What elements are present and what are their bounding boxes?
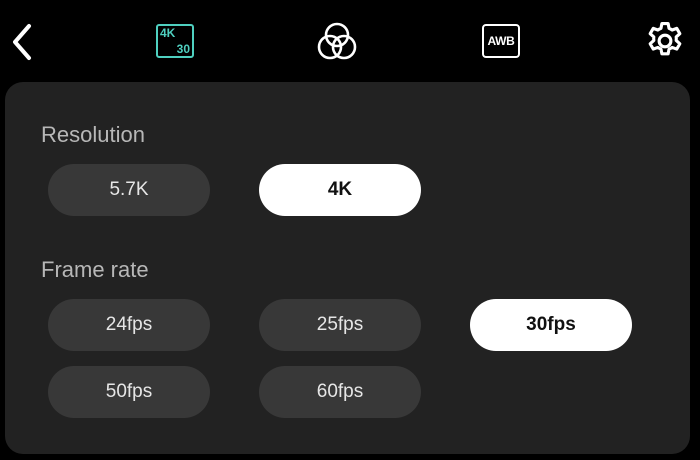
resolution-option-5-7k[interactable]: 5.7K — [48, 164, 210, 216]
back-button[interactable] — [2, 20, 42, 64]
settings-button[interactable] — [641, 17, 689, 65]
fps-option-60[interactable]: 60fps — [259, 366, 421, 418]
fps-option-25[interactable]: 25fps — [259, 299, 421, 351]
awb-icon: AWB — [482, 24, 520, 58]
resolution-framerate-button[interactable]: 4K 30 — [154, 21, 196, 61]
chevron-left-icon — [13, 24, 31, 60]
color-circles-icon — [317, 22, 357, 60]
settings-panel: Resolution 5.7K 4K Frame rate 24fps 25fp… — [5, 82, 690, 454]
fps-option-24[interactable]: 24fps — [48, 299, 210, 351]
color-profile-button[interactable] — [314, 20, 360, 64]
frame-rate-label: Frame rate — [41, 257, 149, 282]
fps-option-50[interactable]: 50fps — [48, 366, 210, 418]
badge-framerate-text: 30 — [176, 42, 190, 56]
white-balance-button[interactable]: AWB — [480, 22, 522, 60]
resolution-label: Resolution — [41, 122, 145, 147]
badge-resolution-text: 4K — [160, 26, 176, 40]
resolution-badge-icon: 4K 30 — [156, 24, 194, 58]
resolution-option-4k[interactable]: 4K — [259, 164, 421, 216]
gear-icon — [648, 22, 682, 56]
fps-option-30[interactable]: 30fps — [470, 299, 632, 351]
top-toolbar: 4K 30 AWB — [0, 0, 700, 82]
